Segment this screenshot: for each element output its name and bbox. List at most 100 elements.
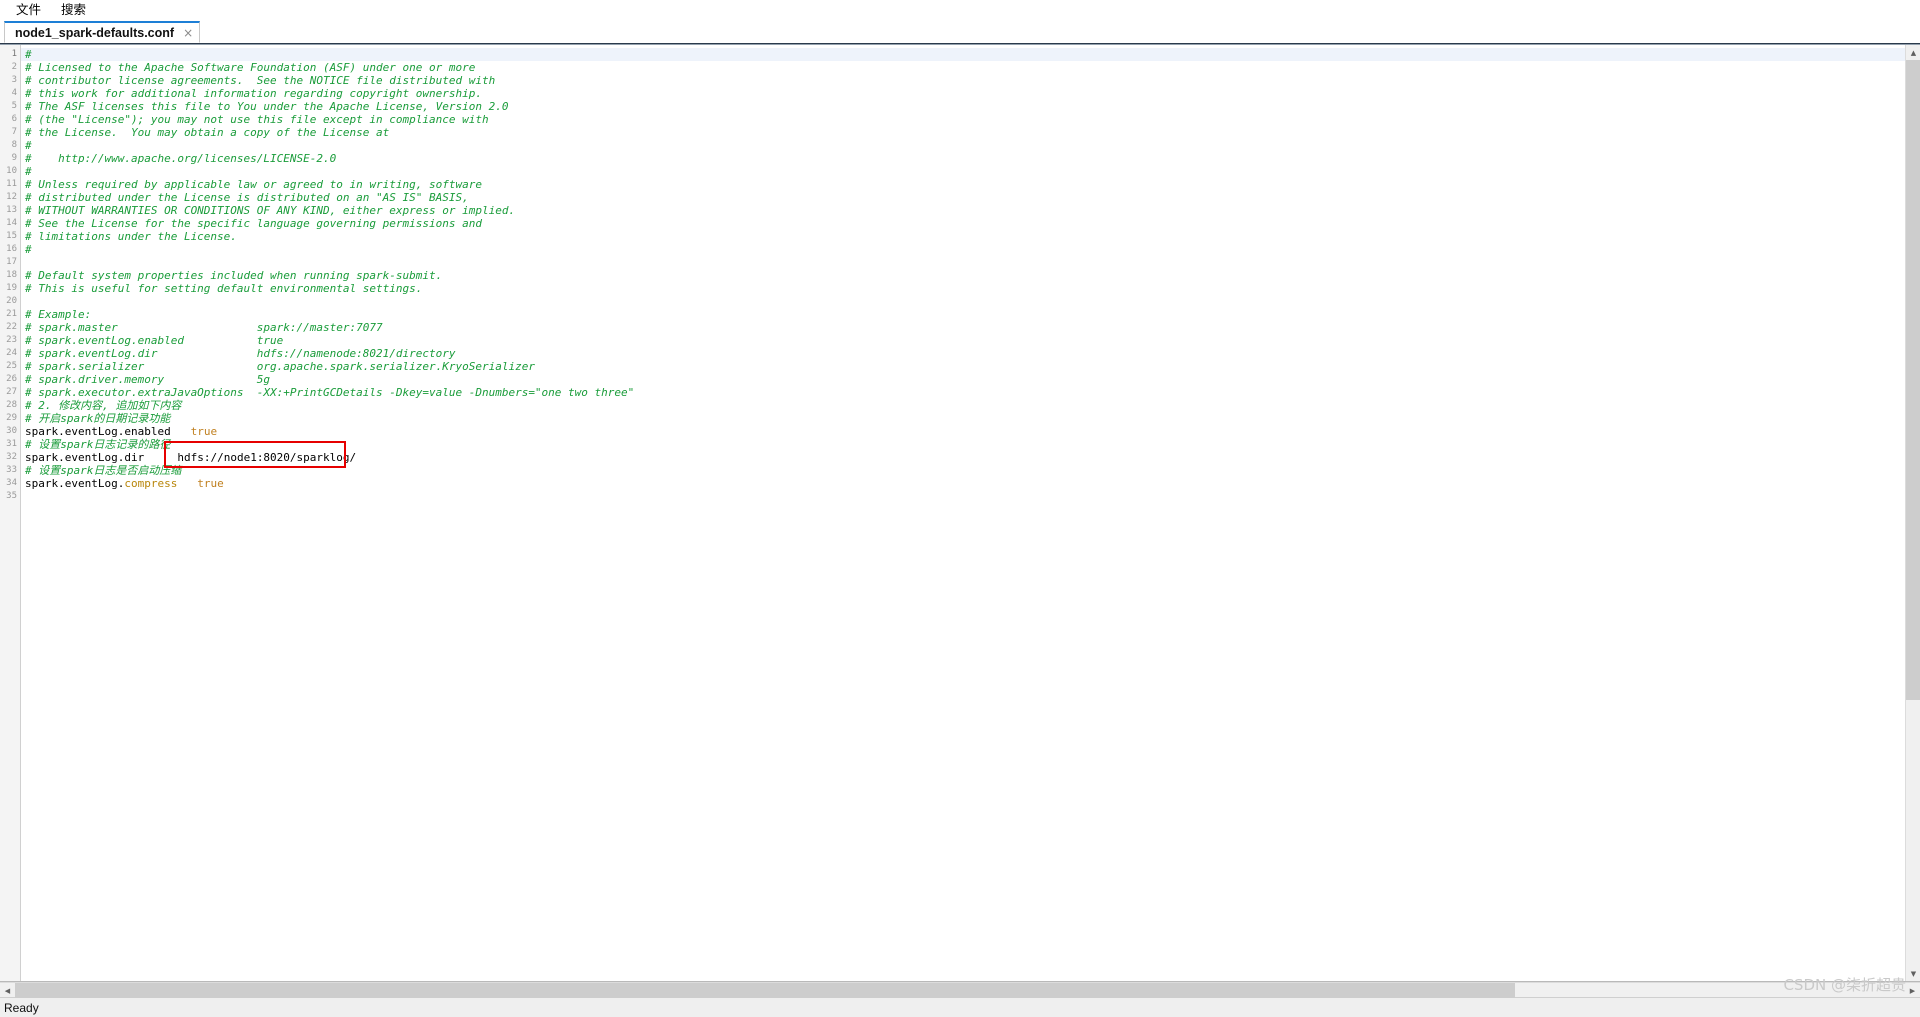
line-number: 5 xyxy=(11,101,17,111)
line-number: 20 xyxy=(6,296,17,306)
line-number: 12 xyxy=(6,192,17,202)
code-token: # spark.driver.memory 5g xyxy=(25,373,271,386)
scroll-up-icon[interactable]: ▲ xyxy=(1906,45,1920,60)
code-line[interactable]: # xyxy=(25,243,1920,256)
menu-item-file[interactable]: 文件 xyxy=(6,1,51,20)
code-line[interactable]: # Licensed to the Apache Software Founda… xyxy=(25,61,1920,74)
code-token: # 设置spark日志是否启动压缩 xyxy=(25,464,182,477)
code-line[interactable]: # http://www.apache.org/licenses/LICENSE… xyxy=(25,152,1920,165)
code-token: # xyxy=(25,48,32,61)
scroll-right-icon[interactable]: ▶ xyxy=(1905,983,1920,998)
code-token: # spark.eventLog.dir hdfs://namenode:802… xyxy=(25,347,456,360)
code-line[interactable]: # 设置spark日志是否启动压缩 xyxy=(25,464,1920,477)
code-token: # 2. 修改内容, 追加如下内容 xyxy=(25,399,182,412)
code-line[interactable] xyxy=(25,295,1920,308)
code-line[interactable]: # spark.master spark://master:7077 xyxy=(25,321,1920,334)
horizontal-scrollbar[interactable]: ◀ ▶ xyxy=(0,982,1920,998)
vertical-scroll-thumb[interactable] xyxy=(1906,60,1920,700)
code-line[interactable]: # Unless required by applicable law or a… xyxy=(25,178,1920,191)
code-line[interactable]: # spark.eventLog.dir hdfs://namenode:802… xyxy=(25,347,1920,360)
code-line[interactable]: # the License. You may obtain a copy of … xyxy=(25,126,1920,139)
code-token: # contributor license agreements. See th… xyxy=(25,74,496,87)
code-line[interactable]: # 2. 修改内容, 追加如下内容 xyxy=(25,399,1920,412)
code-line[interactable]: # 开启spark的日期记录功能 xyxy=(25,412,1920,425)
code-line[interactable]: # Example: xyxy=(25,308,1920,321)
line-number: 23 xyxy=(6,335,17,345)
line-number: 13 xyxy=(6,205,17,215)
code-token: # 开启spark的日期记录功能 xyxy=(25,412,171,425)
scroll-left-icon[interactable]: ◀ xyxy=(0,983,15,998)
code-token: # spark.eventLog.enabled true xyxy=(25,334,284,347)
code-line[interactable]: # (the "License"); you may not use this … xyxy=(25,113,1920,126)
line-number: 9 xyxy=(11,153,17,163)
close-icon[interactable]: × xyxy=(183,27,193,39)
code-token: # distributed under the License is distr… xyxy=(25,191,469,204)
line-number: 14 xyxy=(6,218,17,228)
menu-bar: 文件 搜索 xyxy=(0,0,1920,21)
code-line[interactable]: # spark.eventLog.enabled true xyxy=(25,334,1920,347)
code-line[interactable]: # Default system properties included whe… xyxy=(25,269,1920,282)
line-number: 33 xyxy=(6,465,17,475)
line-number: 25 xyxy=(6,361,17,371)
line-number: 18 xyxy=(6,270,17,280)
code-line[interactable]: # limitations under the License. xyxy=(25,230,1920,243)
code-line[interactable]: # WITHOUT WARRANTIES OR CONDITIONS OF AN… xyxy=(25,204,1920,217)
code-line[interactable]: # this work for additional information r… xyxy=(25,87,1920,100)
code-line[interactable]: # xyxy=(25,165,1920,178)
code-line[interactable] xyxy=(25,256,1920,269)
code-token: # limitations under the License. xyxy=(25,230,237,243)
line-number: 34 xyxy=(6,478,17,488)
code-line[interactable]: # spark.driver.memory 5g xyxy=(25,373,1920,386)
horizontal-scroll-thumb[interactable] xyxy=(15,983,1515,998)
line-number: 27 xyxy=(6,387,17,397)
code-line[interactable]: # The ASF licenses this file to You unde… xyxy=(25,100,1920,113)
code-line[interactable]: spark.eventLog.compress true xyxy=(25,477,1920,490)
line-number: 2 xyxy=(11,62,17,72)
code-token: # spark.executor.extraJavaOptions -XX:+P… xyxy=(25,386,635,399)
line-number: 4 xyxy=(11,88,17,98)
code-token: compress xyxy=(124,477,178,490)
code-line[interactable]: spark.eventLog.enabled true xyxy=(25,425,1920,438)
vertical-scrollbar[interactable]: ▲ ▼ xyxy=(1905,45,1920,981)
code-token: # xyxy=(25,243,32,256)
code-line[interactable]: # See the License for the specific langu… xyxy=(25,217,1920,230)
code-token: # xyxy=(25,165,32,178)
code-line[interactable]: # xyxy=(25,139,1920,152)
line-number-gutter: 1 2 3 4 5 6 7 8 9 10 11 12 13 14 15 16 17 18 19 20 21 22 23 24 2… xyxy=(0,45,21,981)
tab-label: node1_spark-defaults.conf xyxy=(15,25,175,40)
code-token: # WITHOUT WARRANTIES OR CONDITIONS OF AN… xyxy=(25,204,516,217)
tab-node1-spark-defaults-conf[interactable]: node1_spark-defaults.conf × xyxy=(4,21,201,43)
code-token: true xyxy=(190,425,218,438)
code-line[interactable]: # This is useful for setting default env… xyxy=(25,282,1920,295)
line-number: 15 xyxy=(6,231,17,241)
line-number: 11 xyxy=(6,179,17,189)
code-line[interactable]: spark.eventLog.dir hdfs://node1:8020/spa… xyxy=(25,451,1920,464)
code-token: # http://www.apache.org/licenses/LICENSE… xyxy=(25,152,337,165)
menu-item-search[interactable]: 搜索 xyxy=(51,1,96,20)
code-content[interactable]: # # Licensed to the Apache Software Found… xyxy=(21,45,1920,981)
line-number: 21 xyxy=(6,309,17,319)
line-number: 24 xyxy=(6,348,17,358)
code-token: # spark.serializer org.apache.spark.seri… xyxy=(25,360,535,373)
line-number: 28 xyxy=(6,400,17,410)
code-token: # This is useful for setting default env… xyxy=(25,282,423,295)
code-line[interactable]: # 设置spark日志记录的路径 xyxy=(25,438,1920,451)
line-number: 29 xyxy=(6,413,17,423)
code-line[interactable]: # distributed under the License is distr… xyxy=(25,191,1920,204)
code-token: true xyxy=(197,477,224,490)
code-line[interactable]: # xyxy=(21,48,1920,61)
code-line[interactable]: # spark.serializer org.apache.spark.seri… xyxy=(25,360,1920,373)
tab-strip: node1_spark-defaults.conf × xyxy=(0,21,1920,44)
code-token: spark.eventLog. xyxy=(25,477,125,490)
code-line[interactable]: # contributor license agreements. See th… xyxy=(25,74,1920,87)
scroll-down-icon[interactable]: ▼ xyxy=(1906,966,1920,981)
code-token: # See the License for the specific langu… xyxy=(25,217,482,230)
code-line[interactable]: # spark.executor.extraJavaOptions -XX:+P… xyxy=(25,386,1920,399)
code-line[interactable] xyxy=(25,490,1920,503)
line-number: 6 xyxy=(11,114,17,124)
code-token: # Unless required by applicable law or a… xyxy=(25,178,482,191)
line-number: 26 xyxy=(6,374,17,384)
code-token: # Licensed to the Apache Software Founda… xyxy=(25,61,476,74)
